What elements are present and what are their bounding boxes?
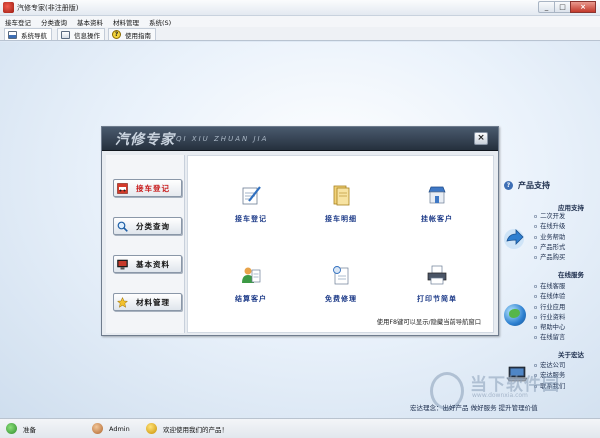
app-support-list: 二次开发 在线升级 业务帮助 产品形式 产品购买 (534, 212, 565, 263)
tab-label: 系统导航 (21, 31, 47, 40)
globe-icon (504, 304, 526, 326)
monitor-icon (117, 259, 128, 269)
link-help-center[interactable]: 帮助中心 (534, 323, 565, 333)
section-online-service: 在线服务 (558, 271, 584, 279)
info-icon (61, 30, 70, 39)
function-label: 结算客户 (235, 295, 267, 303)
dialog-nav-panel: 接车登记 分类查询 基本资料 材料管理 (106, 155, 185, 333)
dialog-title: 汽修专家 (115, 132, 175, 148)
arrow-icon (504, 229, 524, 249)
nav-label: 接车登记 (136, 183, 170, 193)
tab-strip: 系统导航 信息操作 ? 使用指南 (0, 27, 600, 41)
minimize-button[interactable]: _ (538, 1, 554, 13)
link-online-message[interactable]: 在线留言 (534, 333, 565, 343)
dialog-close-button[interactable]: × (474, 132, 488, 145)
status-user: Admin (92, 423, 130, 434)
star-icon (117, 296, 128, 308)
title-bar: 汽修专家(非注册版) _ □ × (0, 0, 600, 16)
navigation-dialog: 汽修专家 QI XIU ZHUAN JIA × 接车登记 分类查询 基本资料 材… (101, 126, 499, 336)
ready-icon (6, 423, 17, 434)
users-icon (242, 267, 261, 283)
car-icon (117, 182, 128, 194)
status-ready-text: 准备 (23, 425, 36, 434)
link-online-upgrade[interactable]: 在线升级 (534, 222, 565, 232)
tab-info-ops[interactable]: 信息操作 (57, 28, 105, 40)
link-secondary-dev[interactable]: 二次开发 (534, 212, 565, 222)
status-ready: 准备 (6, 423, 36, 434)
link-product-form[interactable]: 产品形式 (534, 243, 565, 253)
status-welcome: 欢迎使用我们的产品！ (146, 423, 228, 434)
link-purchase[interactable]: 产品购买 (534, 253, 565, 263)
menu-item-basic-data[interactable]: 基本资料 (72, 16, 108, 27)
tab-user-guide[interactable]: ? 使用指南 (108, 28, 156, 40)
link-industry-app[interactable]: 行业应用 (534, 303, 565, 313)
nav-label: 基本资料 (136, 259, 170, 269)
link-business-help[interactable]: 业务帮助 (534, 233, 565, 243)
status-welcome-text: 欢迎使用我们的产品！ (163, 425, 228, 434)
function-checkin[interactable]: 接车登记 (216, 184, 286, 234)
printer-icon (427, 265, 447, 285)
link-online-cs[interactable]: 在线客服 (534, 282, 565, 292)
magnifier-icon (117, 221, 128, 232)
close-button[interactable]: × (570, 1, 596, 13)
folder-icon (333, 185, 350, 206)
window-title: 汽修专家(非注册版) (17, 4, 79, 12)
nav-label: 材料管理 (136, 297, 170, 307)
function-label: 打印节简单 (417, 295, 457, 303)
online-service-list: 在线客服 在线体验 行业应用 行业资料 帮助中心 在线留言 (534, 282, 565, 344)
shop-icon (428, 186, 446, 204)
function-checkin-details[interactable]: 接车明细 (306, 184, 376, 234)
nav-button-materials[interactable]: 材料管理 (113, 293, 182, 311)
link-industry-data[interactable]: 行业资料 (534, 313, 565, 323)
function-label: 接车明细 (325, 215, 357, 223)
status-bar: 准备 Admin 欢迎使用我们的产品！ (0, 418, 600, 438)
section-about: 关于宏达 (558, 351, 584, 359)
watermark-url: www.downxia.com (472, 392, 528, 399)
menu-item-checkin[interactable]: 接车登记 (0, 16, 36, 27)
function-credit-customers[interactable]: 挂帐客户 (402, 184, 472, 234)
user-icon (92, 423, 103, 434)
support-title: 产品支持 (518, 181, 550, 190)
dialog-function-area: 接车登记 接车明细 挂帐客户 结算客户 免费修理 打印节简单 使用F8键可以显示… (187, 155, 494, 333)
smile-icon (146, 423, 157, 434)
pen-paper-icon (242, 186, 261, 205)
tools-icon (333, 266, 349, 285)
tab-system-nav[interactable]: 系统导航 (4, 28, 52, 40)
dialog-subtitle: QI XIU ZHUAN JIA (176, 135, 269, 143)
dialog-title-bar[interactable]: 汽修专家 QI XIU ZHUAN JIA × (102, 127, 498, 151)
menu-bar: 接车登记 分类查询 基本资料 材料管理 系统(S) (0, 16, 600, 27)
tab-label: 使用指南 (125, 31, 151, 40)
maximize-button[interactable]: □ (554, 1, 570, 13)
nav-button-checkin[interactable]: 接车登记 (113, 179, 182, 197)
function-label: 免费修理 (325, 295, 357, 303)
tab-label: 信息操作 (74, 31, 100, 40)
menu-item-materials[interactable]: 材料管理 (108, 16, 144, 27)
function-label: 挂帐客户 (421, 215, 453, 223)
status-user-text: Admin (109, 424, 130, 433)
app-icon (3, 2, 14, 13)
nav-icon (8, 30, 17, 39)
link-online-trial[interactable]: 在线体验 (534, 292, 565, 302)
question-icon: ? (504, 181, 513, 190)
nav-label: 分类查询 (136, 221, 170, 231)
nav-button-basic-data[interactable]: 基本资料 (113, 255, 182, 273)
support-header: ? 产品支持 (504, 180, 550, 191)
section-app-support: 应用支持 (558, 204, 584, 212)
window-controls: _ □ × (538, 1, 596, 14)
function-settled-customers[interactable]: 结算客户 (216, 264, 286, 314)
help-icon: ? (112, 30, 121, 39)
company-slogan: 宏达理念：出好产品 做好服务 提升管理价值 (410, 404, 538, 412)
nav-button-query[interactable]: 分类查询 (113, 217, 182, 235)
menu-item-query[interactable]: 分类查询 (36, 16, 72, 27)
function-print-sheet[interactable]: 打印节简单 (402, 264, 472, 314)
dialog-hint: 使用F8键可以显示/隐藏当前导航窗口 (376, 319, 481, 326)
menu-item-system[interactable]: 系统(S) (144, 16, 176, 27)
function-label: 接车登记 (235, 215, 267, 223)
function-free-repair[interactable]: 免费修理 (306, 264, 376, 314)
